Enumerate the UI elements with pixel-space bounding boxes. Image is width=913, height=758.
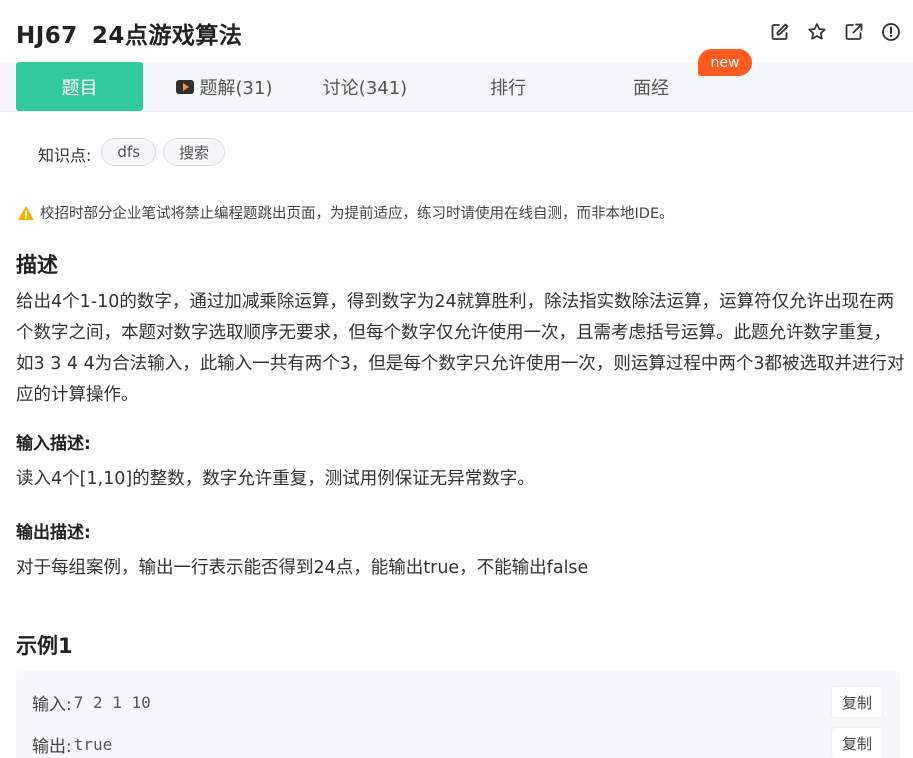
- tab-discussion[interactable]: 讨论(341): [300, 62, 430, 111]
- input-desc-text: 读入4个[1,10]的整数，数字允许重复，测试用例保证无异常数字。: [16, 469, 535, 489]
- new-badge: new: [698, 49, 752, 76]
- tag-search[interactable]: 搜索: [163, 138, 226, 166]
- tab-interview[interactable]: 面经: [590, 62, 712, 111]
- tab-problem-label: 题目: [61, 77, 98, 99]
- info-icon[interactable]: [872, 20, 909, 44]
- video-play-icon: [175, 79, 194, 94]
- tab-discussion-label: 讨论(341): [322, 77, 408, 99]
- external-link-icon[interactable]: [835, 20, 872, 44]
- description-text: 给出4个1-10的数字，通过加减乘除运算，得到数字为24就算胜利，除法指实数除法…: [16, 292, 905, 405]
- input-desc-title: 输入描述:: [16, 434, 91, 454]
- warning-notice: 校招时部分企业笔试将禁止编程题跳出页面，为提前适应，练习时请使用在线自测，而非本…: [17, 202, 674, 223]
- warning-text: 校招时部分企业笔试将禁止编程题跳出页面，为提前适应，练习时请使用在线自测，而非本…: [40, 206, 674, 222]
- tab-interview-label: 面经: [633, 77, 669, 99]
- example-title: 示例1: [16, 634, 73, 658]
- example-input-row: 输入: 7 2 1 10: [32, 690, 151, 715]
- output-desc-title: 输出描述:: [16, 523, 91, 543]
- tab-solutions-label: 题解(31): [199, 77, 273, 99]
- example-input-label: 输入:: [32, 695, 72, 715]
- example-output-row: 输出: true: [32, 732, 112, 757]
- copy-output-button[interactable]: 复制: [832, 728, 882, 758]
- example-output-value: true: [73, 735, 113, 754]
- tab-solutions[interactable]: 题解(31): [160, 62, 288, 111]
- example-output-label: 输出:: [32, 737, 72, 757]
- problem-tabs: 题目 题解(31) 讨论(341) 排行 面经: [0, 62, 913, 112]
- page-title: HJ67 24点游戏算法: [16, 16, 242, 50]
- star-icon[interactable]: [798, 20, 835, 44]
- warning-icon: [18, 205, 34, 220]
- knowledge-label: 知识点:: [38, 146, 92, 165]
- problem-name: 24点游戏算法: [91, 23, 243, 49]
- output-desc-text: 对于每组案例，输出一行表示能否得到24点，能输出true，不能输出false: [16, 558, 589, 578]
- description-title: 描述: [16, 253, 58, 277]
- example-box: 输入: 7 2 1 10 复制 输出: true 复制: [16, 671, 900, 758]
- tab-ranking-label: 排行: [490, 77, 526, 99]
- tab-problem[interactable]: 题目: [16, 62, 143, 111]
- copy-input-button[interactable]: 复制: [832, 687, 882, 717]
- example-input-value: 7 2 1 10: [73, 693, 151, 712]
- tab-ranking[interactable]: 排行: [450, 62, 566, 111]
- edit-icon[interactable]: [761, 20, 798, 44]
- knowledge-tags: 知识点: dfs 搜索: [38, 138, 232, 166]
- problem-header: HJ67 24点游戏算法: [0, 0, 913, 62]
- tag-dfs[interactable]: dfs: [101, 138, 157, 166]
- problem-id: HJ67: [16, 23, 78, 49]
- header-actions: [761, 20, 909, 44]
